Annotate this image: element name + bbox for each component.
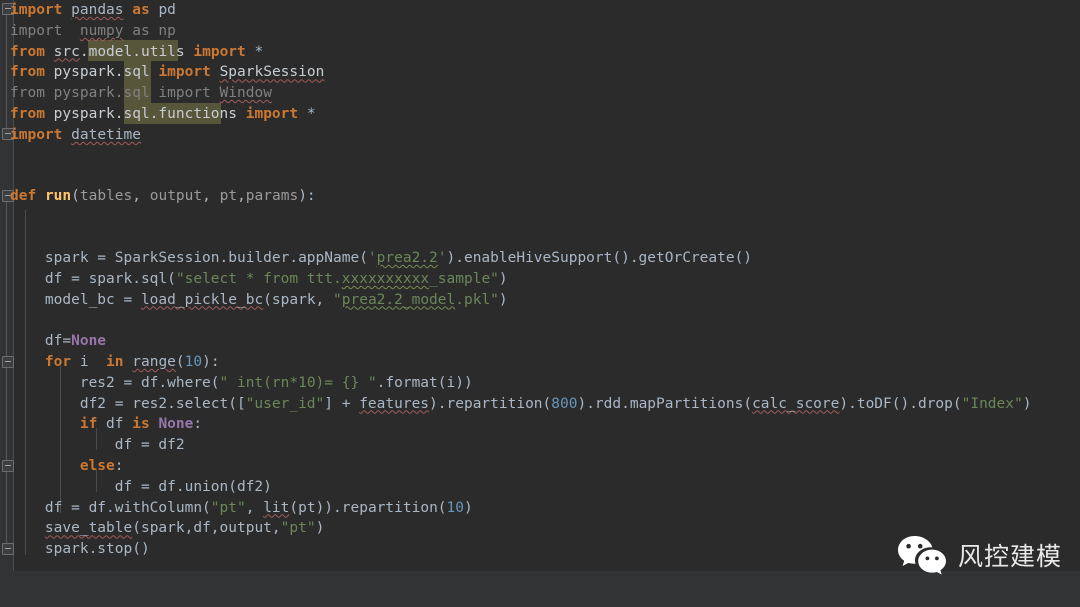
code-line-26[interactable]: save_table(spark,df,output,"pt")	[10, 518, 324, 539]
code-line-15[interactable]: model_bc = load_pickle_bc(spark, "prea2.…	[10, 290, 508, 311]
code-line-17[interactable]: df=None	[10, 331, 106, 352]
code-line-27[interactable]: spark.stop()	[10, 539, 150, 560]
code-line-2[interactable]: import numpy as np	[10, 21, 176, 42]
code-content[interactable]: import pandas as pd import numpy as np f…	[0, 0, 1080, 571]
wechat-icon	[896, 534, 948, 580]
code-line-19[interactable]: res2 = df.where(" int(rn*10)= {} ".forma…	[10, 373, 473, 394]
code-line-6[interactable]: from pyspark.sql.functions import *	[10, 104, 316, 125]
code-line-3[interactable]: from src.model.utils import *	[10, 42, 263, 63]
code-line-1[interactable]: import pandas as pd	[10, 0, 176, 21]
code-line-4[interactable]: from pyspark.sql import SparkSession	[10, 62, 324, 83]
code-line-18[interactable]: for i in range(10):	[10, 352, 220, 373]
code-line-7[interactable]: import datetime	[10, 125, 141, 146]
ide-editor-window: import pandas as pd import numpy as np f…	[0, 0, 1080, 607]
code-line-13[interactable]: spark = SparkSession.builder.appName('pr…	[10, 248, 752, 269]
code-line-25[interactable]: df = df.withColumn("pt", lit(pt)).repart…	[10, 498, 473, 519]
code-line-22[interactable]: df = df2	[10, 435, 185, 456]
wechat-watermark: 风控建模	[896, 534, 1062, 580]
code-line-24[interactable]: df = df.union(df2)	[10, 477, 272, 498]
code-line-23[interactable]: else:	[10, 456, 124, 477]
watermark-label: 风控建模	[957, 542, 1062, 571]
code-line-21[interactable]: if df is None:	[10, 414, 202, 435]
code-line-5[interactable]: from pyspark.sql import Window	[10, 83, 272, 104]
code-line-20[interactable]: df2 = res2.select(["user_id"] + features…	[10, 394, 1032, 415]
code-line-10[interactable]: def run(tables, output, pt,params):	[10, 186, 316, 207]
code-line-14[interactable]: df = spark.sql("select * from ttt.xxxxxx…	[10, 269, 508, 290]
